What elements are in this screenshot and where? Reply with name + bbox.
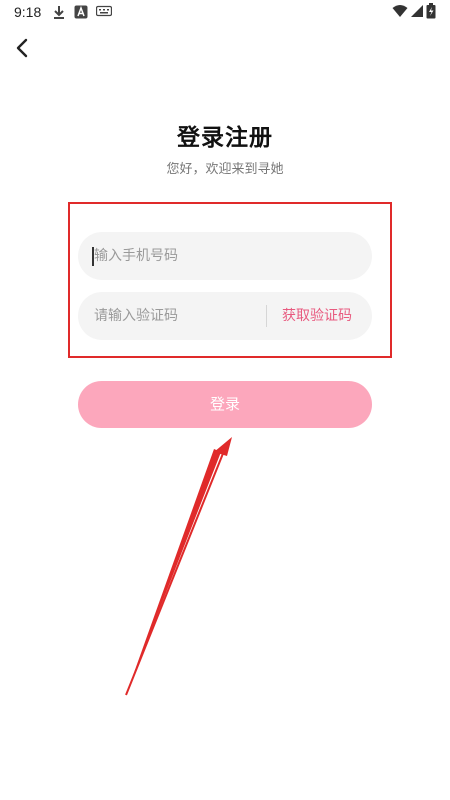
- wifi-icon: [392, 5, 408, 17]
- chevron-left-icon: [16, 38, 28, 58]
- login-button[interactable]: 登录: [78, 381, 372, 428]
- phone-input[interactable]: [94, 232, 354, 280]
- login-screen: 9:18 登录注册 您好，欢迎来到寻她 输入手机号码 请输入验证码 获取验证码 …: [0, 0, 450, 800]
- signal-icon: [411, 5, 423, 17]
- page-subtitle: 您好，欢迎来到寻她: [166, 162, 284, 177]
- keyboard-icon: [96, 5, 112, 17]
- page-title: 登录注册: [177, 125, 273, 151]
- code-field[interactable]: 获取验证码: [78, 292, 372, 340]
- get-code-button[interactable]: 获取验证码: [282, 292, 352, 340]
- status-bar: 9:18: [0, 0, 450, 26]
- back-button[interactable]: [8, 34, 36, 62]
- field-divider: [266, 305, 267, 327]
- phone-field[interactable]: [78, 232, 372, 280]
- text-cursor: [92, 247, 94, 266]
- code-input[interactable]: [94, 292, 254, 340]
- battery-icon: [426, 3, 436, 19]
- a-badge-icon: [74, 5, 88, 19]
- status-time: 9:18: [14, 4, 42, 20]
- download-icon: [54, 6, 64, 19]
